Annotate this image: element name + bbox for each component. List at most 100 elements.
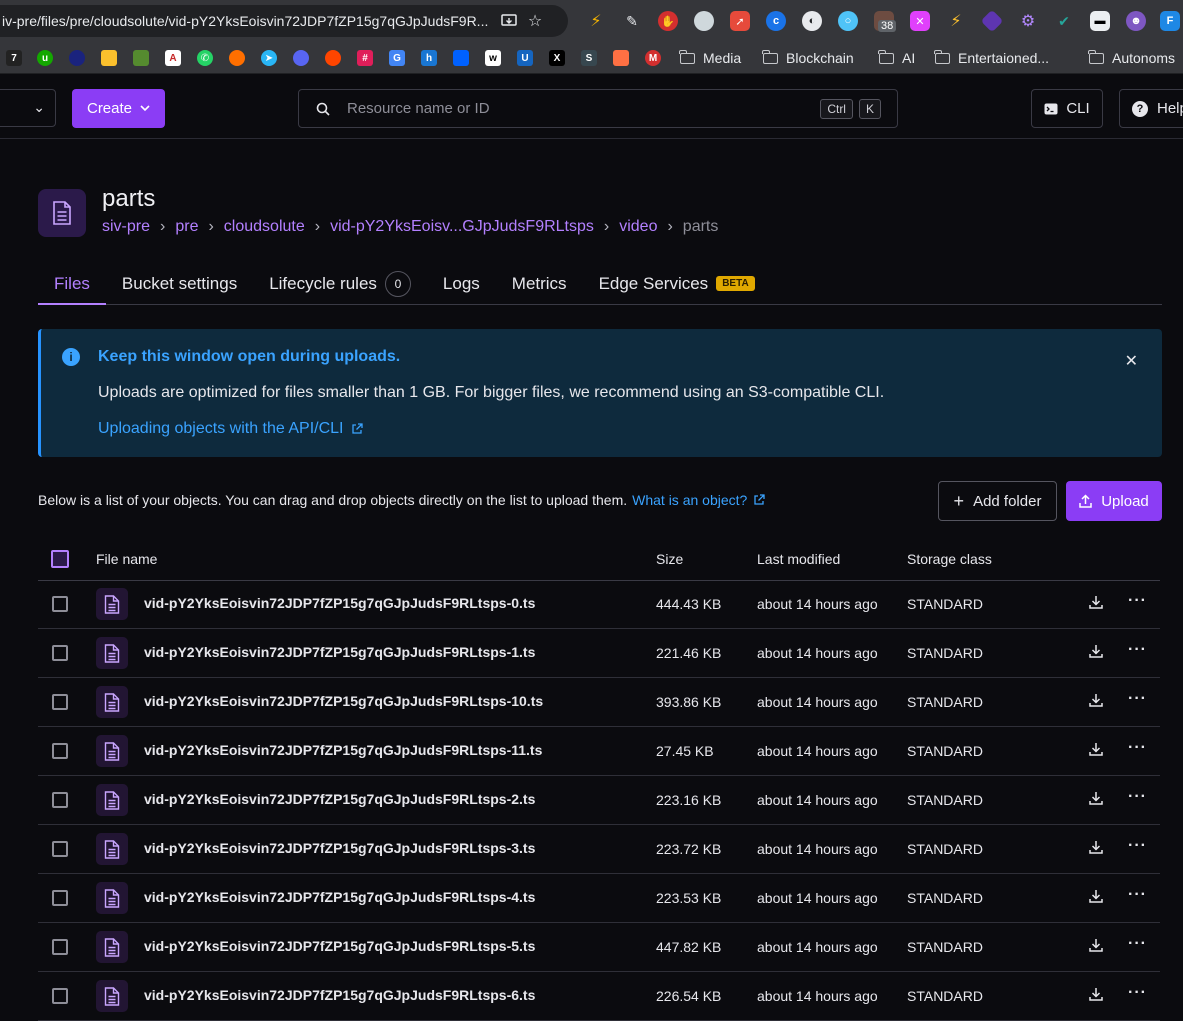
help-button[interactable]: ? Help <box>1119 89 1183 128</box>
extension-avatar-icon[interactable]: ☻ <box>1126 11 1146 31</box>
extension-pen-icon[interactable]: ✎ <box>622 11 642 31</box>
bookmark-x-icon[interactable]: X <box>549 50 565 66</box>
file-name[interactable]: vid-pY2YksEoisvin72JDP7fZP15g7qGJpJudsF9… <box>144 644 535 660</box>
extension-circle-icon[interactable]: ◐ <box>802 11 822 31</box>
table-row[interactable]: vid-pY2YksEoisvin72JDP7fZP15g7qGJpJudsF9… <box>38 923 1160 972</box>
bookmark-discord-icon[interactable] <box>293 50 309 66</box>
bookmark-folder-ai[interactable]: AI <box>878 49 915 67</box>
bookmark-whatsapp-icon[interactable]: ✆ <box>197 50 213 66</box>
breadcrumb-item[interactable]: video <box>619 218 657 236</box>
breadcrumb-item[interactable]: vid-pY2YksEoisv...GJpJudsF9RLtsps <box>330 218 594 236</box>
more-actions-icon[interactable]: ··· <box>1128 788 1147 806</box>
close-icon[interactable]: ✕ <box>1125 351 1138 371</box>
extension-x-icon[interactable]: ✕ <box>910 11 930 31</box>
bookmark-telegram-icon[interactable]: ➤ <box>261 50 277 66</box>
column-storage-class[interactable]: Storage class <box>907 551 992 567</box>
table-row[interactable]: vid-pY2YksEoisvin72JDP7fZP15g7qGJpJudsF9… <box>38 776 1160 825</box>
more-actions-icon[interactable]: ··· <box>1128 984 1147 1002</box>
bookmark-translate-icon[interactable]: G <box>389 50 405 66</box>
download-icon[interactable] <box>1089 595 1103 612</box>
column-size[interactable]: Size <box>656 551 683 567</box>
bookmark-orange-icon[interactable] <box>613 50 629 66</box>
tab-metrics[interactable]: Metrics <box>496 268 583 303</box>
download-icon[interactable] <box>1089 938 1103 955</box>
select-all-checkbox[interactable] <box>51 550 69 568</box>
extension-gear-icon[interactable]: ⚙ <box>1018 11 1038 31</box>
row-checkbox[interactable] <box>52 939 68 955</box>
row-checkbox[interactable] <box>52 988 68 1004</box>
table-row[interactable]: vid-pY2YksEoisvin72JDP7fZP15g7qGJpJudsF9… <box>38 629 1160 678</box>
bookmark-u-icon[interactable]: U <box>517 50 533 66</box>
file-name[interactable]: vid-pY2YksEoisvin72JDP7fZP15g7qGJpJudsF9… <box>144 742 542 758</box>
table-row[interactable]: vid-pY2YksEoisvin72JDP7fZP15g7qGJpJudsF9… <box>38 874 1160 923</box>
file-name[interactable]: vid-pY2YksEoisvin72JDP7fZP15g7qGJpJudsF9… <box>144 595 535 611</box>
bookmark-folder-autonoms[interactable]: Autonoms <box>1088 49 1175 67</box>
bookmark-upwork-icon[interactable]: u <box>37 50 53 66</box>
extension-lightning-icon[interactable]: ⚡ <box>946 11 966 31</box>
row-checkbox[interactable] <box>52 792 68 808</box>
column-file-name[interactable]: File name <box>96 551 157 567</box>
extension-hand-icon[interactable]: ✋ <box>658 11 678 31</box>
bookmark-m-icon[interactable]: M <box>645 50 661 66</box>
install-app-icon[interactable] <box>496 8 522 34</box>
address-bar[interactable]: iv-pre/files/pre/cloudsolute/vid-pY2YksE… <box>0 5 568 37</box>
bookmark-folder-entertainment[interactable]: Entertaioned... <box>934 49 1049 67</box>
more-actions-icon[interactable]: ··· <box>1128 641 1147 659</box>
tab-edge-services[interactable]: Edge Services BETA <box>583 268 771 303</box>
upload-button[interactable]: Upload <box>1066 481 1162 521</box>
more-actions-icon[interactable]: ··· <box>1128 592 1147 610</box>
more-actions-icon[interactable]: ··· <box>1128 886 1147 904</box>
more-actions-icon[interactable]: ··· <box>1128 690 1147 708</box>
download-icon[interactable] <box>1089 644 1103 661</box>
row-checkbox[interactable] <box>52 694 68 710</box>
extension-fi-icon[interactable]: F <box>1160 11 1180 31</box>
download-icon[interactable] <box>1089 693 1103 710</box>
breadcrumb-item[interactable]: cloudsolute <box>224 218 305 236</box>
table-row[interactable]: vid-pY2YksEoisvin72JDP7fZP15g7qGJpJudsF9… <box>38 580 1160 629</box>
what-is-object-link[interactable]: What is an object? <box>632 492 765 508</box>
bookmark-7-icon[interactable]: 7 <box>6 50 22 66</box>
table-row[interactable]: vid-pY2YksEoisvin72JDP7fZP15g7qGJpJudsF9… <box>38 825 1160 874</box>
bookmark-note-icon[interactable] <box>101 50 117 66</box>
bookmark-star-icon[interactable]: ☆ <box>522 8 548 34</box>
bookmark-folder-media[interactable]: Media <box>679 49 741 67</box>
add-folder-button[interactable]: + Add folder <box>938 481 1057 521</box>
extension-ring-icon[interactable]: ○ <box>838 11 858 31</box>
row-checkbox[interactable] <box>52 645 68 661</box>
download-icon[interactable] <box>1089 840 1103 857</box>
bookmark-reddit-icon[interactable] <box>325 50 341 66</box>
bookmark-h-icon[interactable]: h <box>421 50 437 66</box>
cli-button[interactable]: CLI <box>1031 89 1103 128</box>
bookmark-w-icon[interactable]: w <box>485 50 501 66</box>
column-last-modified[interactable]: Last modified <box>757 551 840 567</box>
extension-diamond-icon[interactable] <box>980 9 1004 33</box>
extension-mask-icon[interactable]: ▬ <box>1090 11 1110 31</box>
bookmark-dropbox-icon[interactable] <box>453 50 469 66</box>
file-name[interactable]: vid-pY2YksEoisvin72JDP7fZP15g7qGJpJudsF9… <box>144 840 535 856</box>
extension-stop-icon[interactable] <box>694 11 714 31</box>
cli-docs-link[interactable]: Uploading objects with the API/CLI <box>98 420 364 438</box>
file-name[interactable]: vid-pY2YksEoisvin72JDP7fZP15g7qGJpJudsF9… <box>144 791 535 807</box>
download-icon[interactable] <box>1089 987 1103 1004</box>
row-checkbox[interactable] <box>52 743 68 759</box>
table-row[interactable]: vid-pY2YksEoisvin72JDP7fZP15g7qGJpJudsF9… <box>38 678 1160 727</box>
file-name[interactable]: vid-pY2YksEoisvin72JDP7fZP15g7qGJpJudsF9… <box>144 938 535 954</box>
create-button[interactable]: Create <box>72 89 165 128</box>
row-checkbox[interactable] <box>52 596 68 612</box>
search-placeholder[interactable]: Resource name or ID <box>347 100 820 117</box>
table-row[interactable]: vid-pY2YksEoisvin72JDP7fZP15g7qGJpJudsF9… <box>38 727 1160 776</box>
extension-c-icon[interactable]: c <box>766 11 786 31</box>
download-icon[interactable] <box>1089 791 1103 808</box>
more-actions-icon[interactable]: ··· <box>1128 837 1147 855</box>
row-checkbox[interactable] <box>52 890 68 906</box>
breadcrumb-item[interactable]: siv-pre <box>102 218 150 236</box>
bookmark-grid-icon[interactable] <box>133 50 149 66</box>
bookmark-slack-icon[interactable]: # <box>357 50 373 66</box>
search-input[interactable]: Resource name or ID Ctrl K <box>298 89 898 128</box>
extension-rocket-icon[interactable]: ➚ <box>730 11 750 31</box>
tab-lifecycle-rules[interactable]: Lifecycle rules 0 <box>253 268 427 303</box>
breadcrumb-item[interactable]: pre <box>175 218 198 236</box>
file-name[interactable]: vid-pY2YksEoisvin72JDP7fZP15g7qGJpJudsF9… <box>144 693 543 709</box>
bookmark-s-icon[interactable]: S <box>581 50 597 66</box>
extension-check-icon[interactable]: ✔ <box>1054 11 1074 31</box>
